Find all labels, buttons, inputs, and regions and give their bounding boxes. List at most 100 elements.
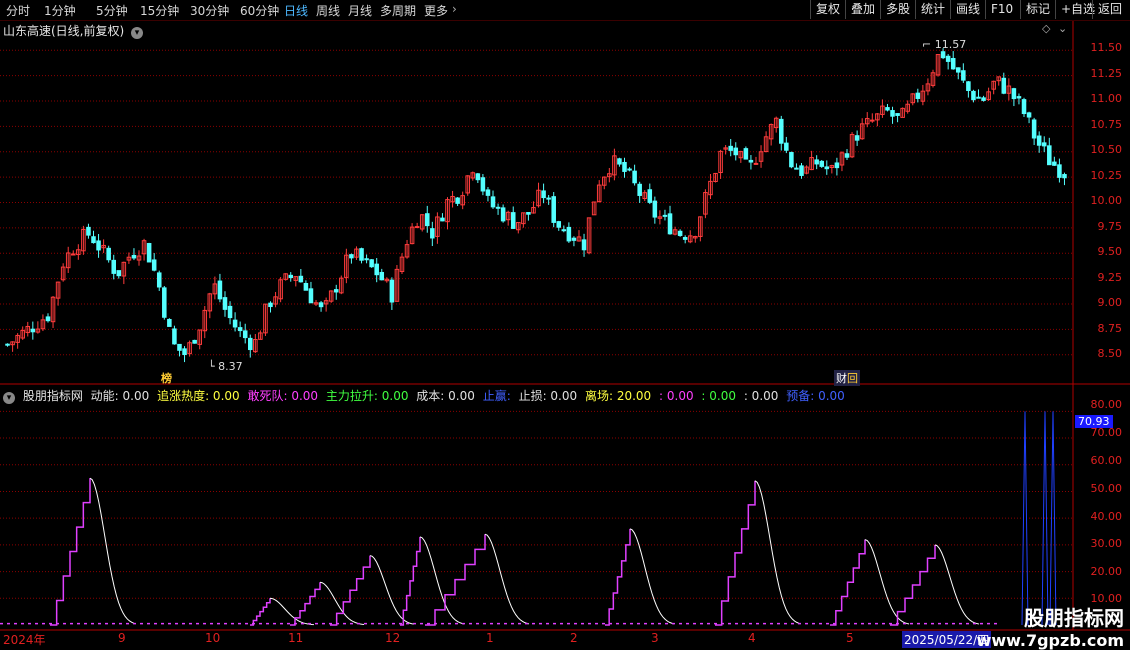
candle-body xyxy=(885,107,890,111)
indicator-white-line xyxy=(369,555,415,625)
candle-body xyxy=(425,213,430,227)
low-price-label: └ 8.37 xyxy=(208,360,243,373)
x-tick: 11 xyxy=(288,631,304,645)
candle-body xyxy=(581,239,587,251)
candle-body xyxy=(834,162,840,169)
legend-item-gansidui: 敢死队: 0.00 xyxy=(247,389,319,403)
candle-body xyxy=(217,280,223,300)
candle-body xyxy=(794,167,799,170)
legend-item-zhuli: 主力拉升: 0.00 xyxy=(325,389,409,403)
candle-body xyxy=(779,118,784,144)
indicator-magenta-step xyxy=(605,528,631,626)
candle-body xyxy=(950,58,956,70)
legend-item-extra3: : 0.00 xyxy=(743,389,779,403)
candle-body xyxy=(248,337,253,351)
candle-body xyxy=(495,206,501,209)
candle-body xyxy=(480,177,486,192)
price-tick: 10.50 xyxy=(1090,143,1123,156)
indicator-tick: 20.00 xyxy=(1090,565,1123,578)
candle-body xyxy=(546,197,551,200)
candle-body xyxy=(647,189,653,203)
candle-body xyxy=(526,212,531,215)
candle-body xyxy=(571,237,577,241)
candle-body xyxy=(652,200,658,218)
candle-body xyxy=(359,248,364,261)
candle-body xyxy=(561,229,567,232)
candle-body xyxy=(799,165,804,176)
chevron-down-icon[interactable]: ▾ xyxy=(3,392,15,404)
candle-body xyxy=(131,254,137,259)
candle-body xyxy=(1001,77,1007,94)
candle-body xyxy=(981,97,986,101)
x-tick: 3 xyxy=(651,631,659,645)
candle-body xyxy=(369,259,374,268)
x-tick: 10 xyxy=(205,631,221,645)
legend-item-extra2: : 0.00 xyxy=(701,389,736,403)
watermark-url: www.7gpzb.com xyxy=(976,631,1124,650)
candle-body xyxy=(96,240,101,251)
candle-body xyxy=(303,282,309,291)
candle-body xyxy=(308,288,314,304)
candle-body xyxy=(632,170,637,184)
legend-item-yubei: 预备: 0.00 xyxy=(786,389,845,403)
price-tick: 8.75 xyxy=(1097,322,1123,335)
legend-item-lichang: 离场: 20.00 xyxy=(584,389,652,403)
candle-body xyxy=(172,328,177,345)
candle-body xyxy=(414,226,420,229)
indicator-magenta-step xyxy=(330,555,371,626)
price-tick: 11.00 xyxy=(1090,92,1123,105)
indicator-name[interactable]: 股朋指标网 xyxy=(23,389,83,403)
candle-body xyxy=(854,135,860,141)
indicator-magenta-step xyxy=(400,536,421,626)
price-tick: 10.75 xyxy=(1090,118,1123,131)
candle-body xyxy=(490,196,496,208)
candle-body xyxy=(1047,145,1052,166)
legend-item-zhiying: 止赢: xyxy=(482,389,515,403)
price-tick: 11.25 xyxy=(1090,67,1123,80)
candle-body xyxy=(617,158,622,165)
indicator-magenta-step xyxy=(890,544,936,626)
indicator-white-line xyxy=(629,528,675,625)
high-price-label: ⌐ 11.57 xyxy=(922,38,967,51)
candle-body xyxy=(961,70,966,81)
candle-body xyxy=(440,217,445,222)
event-tag-bang[interactable]: 榜 xyxy=(161,370,172,386)
candle-body xyxy=(5,343,10,346)
price-tick: 11.50 xyxy=(1090,41,1123,54)
event-tag-cai[interactable]: 财回 xyxy=(834,370,860,386)
candle-body xyxy=(622,161,627,172)
indicator-magenta-step xyxy=(425,534,486,626)
kline-chart[interactable] xyxy=(0,0,1130,650)
candle-body xyxy=(288,274,293,279)
candle-body xyxy=(677,230,683,236)
candle-body xyxy=(475,173,481,181)
candle-body xyxy=(915,92,921,99)
candle-body xyxy=(106,247,111,261)
x-tick: 9 xyxy=(118,631,126,645)
candle-body xyxy=(45,316,51,322)
candle-body xyxy=(167,318,172,327)
candle-body xyxy=(1052,161,1057,166)
candle-body xyxy=(227,305,233,319)
price-tick: 9.75 xyxy=(1097,220,1123,233)
indicator-magenta-step xyxy=(250,598,271,626)
candle-body xyxy=(753,162,759,165)
candle-body xyxy=(146,243,152,263)
candle-body xyxy=(86,226,91,236)
indicator-magenta-step xyxy=(290,582,321,626)
candle-body xyxy=(349,254,354,259)
candle-body xyxy=(743,148,749,160)
candle-body xyxy=(728,145,733,151)
candle-body xyxy=(232,319,238,328)
candle-body xyxy=(485,189,491,196)
chart-grid xyxy=(0,49,1072,599)
candle-body xyxy=(182,348,187,356)
indicator-white-line xyxy=(934,544,980,625)
candle-body xyxy=(379,271,385,281)
candle-body xyxy=(91,236,96,244)
price-tick: 8.50 xyxy=(1097,347,1123,360)
candle-body xyxy=(162,287,167,318)
indicator-white-line xyxy=(754,480,800,624)
candle-body xyxy=(844,153,850,158)
candle-body xyxy=(430,228,435,239)
